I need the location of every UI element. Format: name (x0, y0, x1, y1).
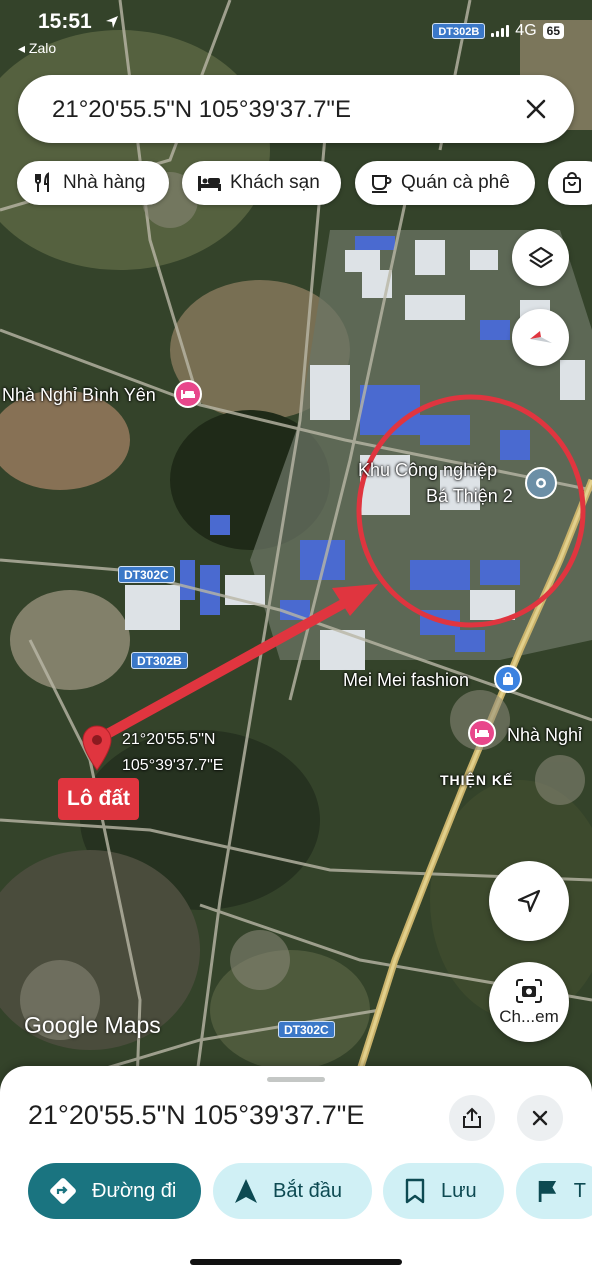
my-location-button[interactable] (489, 861, 569, 941)
google-maps-logo: Google Maps (24, 1012, 161, 1038)
action-label: T (573, 1179, 586, 1202)
place-bottom-sheet[interactable]: 21°20'55.5"N 105°39'37.7"E Đường đi Bắt … (0, 1066, 592, 1280)
industrial-pin-icon[interactable] (525, 467, 557, 499)
start-button[interactable]: Bắt đầu (213, 1163, 372, 1219)
status-indicators: DT302B 4G 65 (432, 22, 564, 40)
shopping-pin-icon[interactable] (494, 665, 522, 693)
location-arrow-icon (106, 16, 118, 28)
poi-label-mei-mei-fashion[interactable]: Mei Mei fashion (343, 670, 469, 691)
save-button[interactable]: Lưu (383, 1163, 504, 1219)
share-icon (463, 1107, 481, 1128)
search-bar[interactable]: 21°20'55.5"N 105°39'37.7"E (18, 75, 574, 143)
road-badge-dt302b: DT302B (131, 652, 188, 669)
restaurant-icon (35, 172, 49, 192)
signal-icon (491, 25, 510, 37)
battery-icon: 65 (542, 23, 564, 39)
hotel-icon (198, 176, 221, 191)
road-badge-dt302c-lower: DT302C (278, 1021, 335, 1038)
compass-button[interactable] (512, 309, 569, 366)
home-indicator[interactable] (190, 1259, 402, 1265)
poi-label-industrial-park-line2[interactable]: Bá Thiện 2 (426, 486, 513, 507)
hotel-pin-icon[interactable] (174, 380, 202, 408)
chip-label: Quán cà phê (401, 172, 510, 193)
sheet-drag-handle[interactable] (267, 1077, 325, 1082)
marker-label[interactable]: Lô đất (58, 778, 139, 820)
location-pin-icon[interactable] (80, 724, 114, 776)
shopping-bag-icon (563, 172, 581, 193)
clear-search-button[interactable] (516, 89, 556, 129)
poi-label-nha-nghi[interactable]: Nhà Nghỉ (507, 725, 582, 746)
close-icon (532, 1110, 548, 1126)
chip-label: Nhà hàng (63, 172, 146, 193)
coffee-icon (372, 175, 392, 193)
navigation-icon (235, 1179, 257, 1203)
camera-search-button[interactable]: Ch...em (489, 962, 569, 1042)
chip-restaurants[interactable]: Nhà hàng (17, 161, 169, 205)
marker-coord-lat: 21°20'55.5"N (122, 731, 216, 748)
road-badge-dt302c: DT302C (118, 566, 175, 583)
marker-coord-lng: 105°39'37.7"E (122, 757, 224, 774)
navigation-arrow-icon (517, 889, 541, 913)
camera-button-label: Ch...em (499, 1007, 559, 1026)
chip-shopping[interactable] (548, 161, 592, 205)
chip-label: Khách sạn (230, 172, 320, 193)
close-icon (526, 99, 546, 119)
action-label: Đường đi (92, 1179, 177, 1202)
back-to-app[interactable]: ◂ Zalo (18, 40, 56, 57)
status-time: 15:51 (38, 10, 92, 33)
camera-icon (516, 979, 542, 1003)
layers-icon (528, 246, 553, 268)
area-label-thien-ke: THIỆN KẾ (440, 772, 514, 788)
poi-label-industrial-park[interactable]: Khu Công nghiệp (358, 460, 497, 481)
layers-button[interactable] (512, 229, 569, 286)
status-road-badge: DT302B (432, 23, 486, 39)
directions-button[interactable]: Đường đi (28, 1163, 201, 1219)
bookmark-icon (405, 1178, 425, 1204)
search-input[interactable]: 21°20'55.5"N 105°39'37.7"E (52, 96, 351, 124)
poi-label-nha-nghi-binh-yen[interactable]: Nhà Nghỉ Bình Yên (2, 385, 156, 406)
label-button[interactable]: T (516, 1163, 592, 1219)
network-type: 4G (515, 22, 537, 39)
close-sheet-button[interactable] (517, 1095, 563, 1141)
compass-icon (529, 330, 552, 343)
directions-icon (50, 1178, 76, 1204)
chip-cafes[interactable]: Quán cà phê (355, 161, 535, 205)
hotel-pin-icon[interactable] (468, 719, 496, 747)
action-label: Lưu (441, 1179, 477, 1202)
share-button[interactable] (449, 1095, 495, 1141)
place-title: 21°20'55.5"N 105°39'37.7"E (28, 1100, 365, 1130)
chip-hotels[interactable]: Khách sạn (182, 161, 341, 205)
action-label: Bắt đầu (273, 1179, 342, 1202)
flag-icon (538, 1180, 557, 1202)
